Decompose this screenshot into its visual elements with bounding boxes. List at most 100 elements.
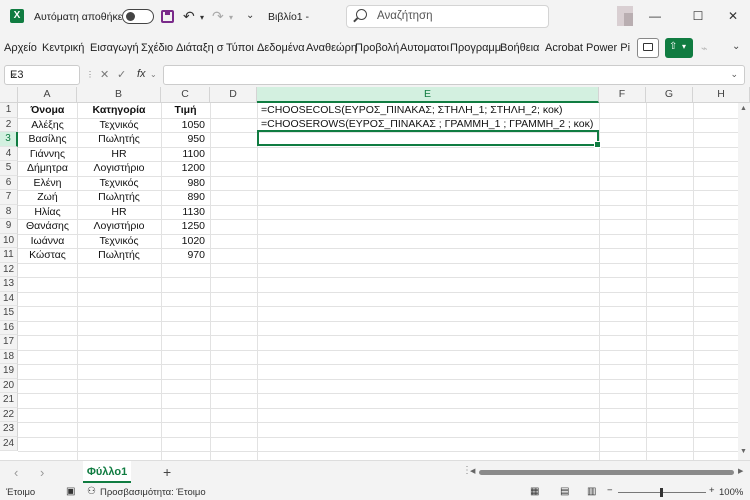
- formula-input[interactable]: ⌄: [163, 65, 745, 85]
- row-header-7[interactable]: 7: [0, 190, 18, 205]
- cell-c8[interactable]: 1130: [161, 206, 205, 218]
- fx-dropdown-icon[interactable]: ⌄: [150, 70, 157, 79]
- cell-a5[interactable]: Δήμητρα: [18, 162, 77, 174]
- row-header-9[interactable]: 9: [0, 219, 18, 234]
- cell-c1[interactable]: Τιμή: [161, 104, 210, 116]
- tab-power-pivot[interactable]: Power Pivo: [586, 42, 630, 54]
- add-sheet-button[interactable]: +: [163, 464, 171, 480]
- row-header-21[interactable]: 21: [0, 393, 18, 408]
- chevron-down-icon[interactable]: ⌄: [10, 69, 75, 80]
- cell-c6[interactable]: 980: [161, 177, 205, 189]
- column-header-g[interactable]: G: [646, 87, 693, 103]
- redo-dropdown-icon[interactable]: ▾: [229, 10, 233, 26]
- tab-help[interactable]: Βοήθεια: [500, 42, 539, 54]
- scroll-up-icon[interactable]: ▲: [740, 105, 747, 112]
- prev-sheet-icon[interactable]: ‹: [14, 465, 18, 480]
- maximize-button[interactable]: ☐: [690, 8, 706, 24]
- cell-a10[interactable]: Ιωάννα: [18, 235, 77, 247]
- expand-formula-icon[interactable]: ⌄: [730, 69, 738, 80]
- search-input[interactable]: Αναζήτηση: [346, 5, 549, 28]
- undo-icon[interactable]: ↶: [183, 8, 195, 24]
- row-header-16[interactable]: 16: [0, 320, 18, 335]
- column-header-f[interactable]: F: [599, 87, 646, 103]
- horizontal-scrollbar-thumb[interactable]: [479, 470, 734, 475]
- tab-data[interactable]: Δεδομένα: [257, 42, 305, 54]
- page-layout-view-icon[interactable]: ▤: [560, 486, 569, 497]
- row-header-17[interactable]: 17: [0, 335, 18, 350]
- minimize-button[interactable]: —: [647, 8, 663, 24]
- scroll-left-icon[interactable]: ◀: [470, 467, 475, 475]
- accessibility-status[interactable]: Προσβασιμότητα: Έτοιμο: [100, 487, 206, 498]
- zoom-out-button[interactable]: −: [607, 485, 613, 496]
- row-header-6[interactable]: 6: [0, 175, 18, 190]
- column-header-c[interactable]: C: [161, 87, 210, 103]
- cell-b11[interactable]: Πωλητής: [77, 249, 161, 261]
- sheet-tab-1[interactable]: Φύλλο1: [83, 461, 131, 483]
- enter-icon[interactable]: ✓: [117, 68, 126, 81]
- cell-c5[interactable]: 1200: [161, 162, 205, 174]
- row-header-13[interactable]: 13: [0, 277, 18, 292]
- tab-automate[interactable]: Αυτοματοι: [400, 42, 449, 54]
- cell-a4[interactable]: Γιάννης: [18, 148, 77, 160]
- cell-b10[interactable]: Τεχνικός: [77, 235, 161, 247]
- autosave-toggle[interactable]: [122, 9, 154, 24]
- select-all-corner[interactable]: [0, 87, 18, 103]
- tab-formulas[interactable]: Τύποι: [226, 42, 254, 54]
- next-sheet-icon[interactable]: ›: [40, 465, 44, 480]
- zoom-level[interactable]: 100%: [719, 487, 743, 498]
- scroll-down-icon[interactable]: ▼: [740, 448, 747, 455]
- row-header-1[interactable]: 1: [0, 103, 18, 118]
- vertical-scrollbar[interactable]: ▲ ▼: [738, 103, 750, 460]
- save-icon[interactable]: [161, 10, 174, 23]
- active-cell-e3[interactable]: [257, 130, 601, 148]
- tab-acrobat[interactable]: Acrobat: [545, 42, 583, 54]
- cell-c3[interactable]: 950: [161, 133, 205, 145]
- row-header-19[interactable]: 19: [0, 364, 18, 379]
- column-header-h[interactable]: H: [693, 87, 750, 103]
- tab-review[interactable]: Αναθεώρη: [306, 42, 357, 54]
- cell-a7[interactable]: Ζωή: [18, 191, 77, 203]
- row-header-4[interactable]: 4: [0, 146, 18, 161]
- row-header-15[interactable]: 15: [0, 306, 18, 321]
- row-header-2[interactable]: 2: [0, 117, 18, 132]
- tab-page-layout[interactable]: Διάταξη σ: [176, 42, 224, 54]
- undo-dropdown-icon[interactable]: ▾: [200, 10, 204, 26]
- cell-b3[interactable]: Πωλητής: [77, 133, 161, 145]
- row-header-12[interactable]: 12: [0, 262, 18, 277]
- cell-b9[interactable]: Λογιστήριο: [77, 220, 161, 232]
- cell-c2[interactable]: 1050: [161, 119, 205, 131]
- cell-b2[interactable]: Τεχνικός: [77, 119, 161, 131]
- zoom-in-button[interactable]: +: [709, 485, 715, 496]
- cell-c11[interactable]: 970: [161, 249, 205, 261]
- cell-b7[interactable]: Πωλητής: [77, 191, 161, 203]
- row-header-18[interactable]: 18: [0, 349, 18, 364]
- cell-b5[interactable]: Λογιστήριο: [77, 162, 161, 174]
- more-options-icon[interactable]: ⋮: [86, 70, 94, 79]
- column-header-a[interactable]: A: [18, 87, 77, 103]
- accessibility-icon[interactable]: ⚇: [87, 486, 96, 497]
- tab-view[interactable]: Προβολή: [355, 42, 399, 54]
- cell-e2[interactable]: =CHOOSEROWS(ΕΥΡΟΣ_ΠΙΝΑΚΑΣ ; ΓΡΑΜΜΗ_1 ; Γ…: [261, 118, 593, 130]
- cell-c4[interactable]: 1100: [161, 148, 205, 160]
- cell-c7[interactable]: 890: [161, 191, 205, 203]
- redo-icon[interactable]: ↷: [212, 8, 224, 24]
- insert-function-icon[interactable]: fx: [137, 68, 146, 80]
- name-box[interactable]: E3 ⌄: [4, 65, 80, 85]
- close-button[interactable]: ✕: [725, 8, 741, 24]
- page-break-view-icon[interactable]: ▥: [587, 486, 596, 497]
- tab-home[interactable]: Κεντρική: [42, 42, 84, 54]
- collapse-ribbon-icon[interactable]: ⌄: [732, 41, 740, 52]
- normal-view-icon[interactable]: ▦: [530, 486, 539, 497]
- tab-file[interactable]: Αρχείο: [4, 42, 37, 54]
- cell-b8[interactable]: HR: [77, 206, 161, 218]
- row-header-11[interactable]: 11: [0, 248, 18, 263]
- cell-a11[interactable]: Κώστας: [18, 249, 77, 261]
- cell-b6[interactable]: Τεχνικός: [77, 177, 161, 189]
- column-header-b[interactable]: B: [77, 87, 161, 103]
- comments-button[interactable]: [637, 38, 659, 58]
- tab-developer[interactable]: Προγραμμ: [450, 42, 501, 54]
- spreadsheet-grid[interactable]: A B C D E F G H 1 2 3 4 5 6 7 8 9 10 11 12 13 14 15 16 1…: [0, 87, 750, 460]
- cell-a9[interactable]: Θανάσης: [18, 220, 77, 232]
- row-header-20[interactable]: 20: [0, 378, 18, 393]
- tab-insert[interactable]: Εισαγωγή: [90, 42, 139, 54]
